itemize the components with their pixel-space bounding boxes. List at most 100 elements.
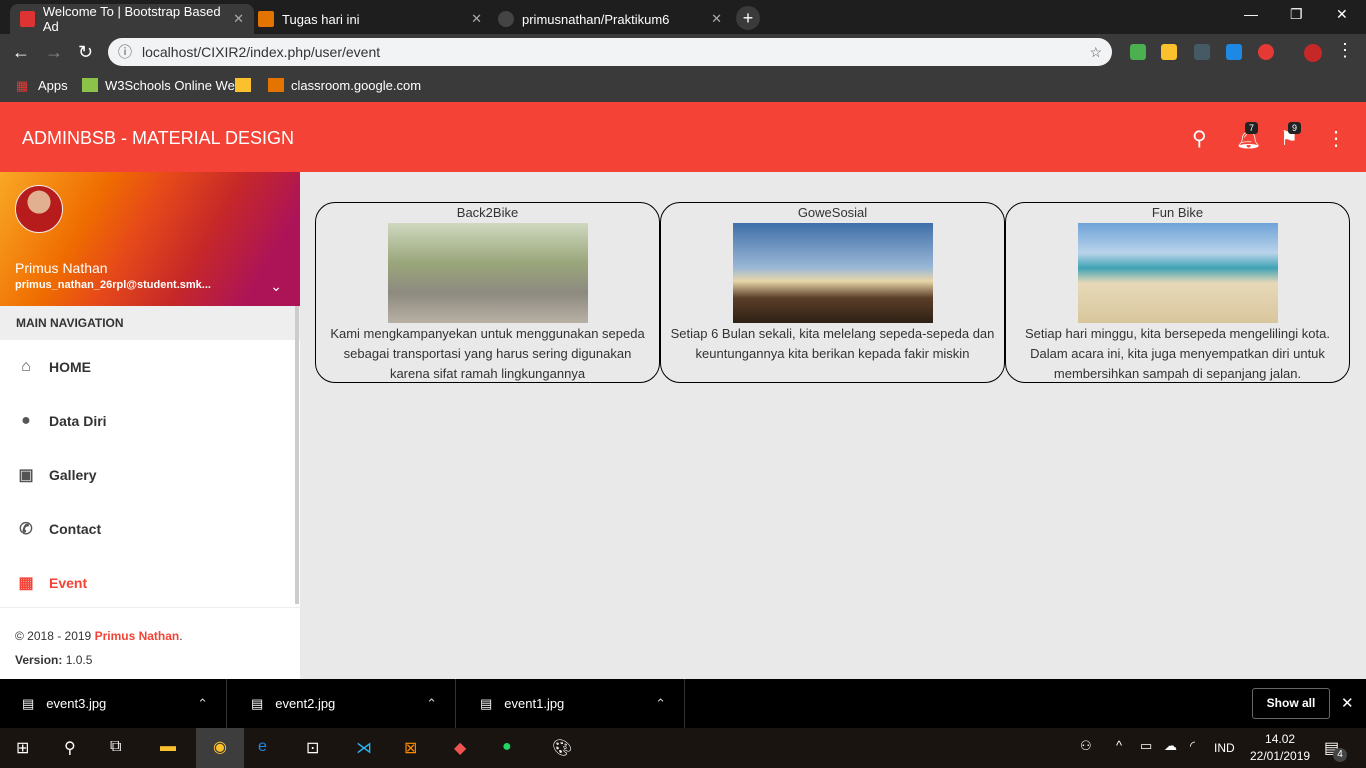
- more-vert-icon[interactable]: ⋮: [1326, 126, 1346, 151]
- vscode-icon[interactable]: ⋊: [356, 738, 372, 758]
- sidebar-item-label: Gallery: [49, 467, 97, 483]
- chrome-icon[interactable]: ◉: [196, 728, 244, 768]
- tab-label: Tugas hari ini: [282, 11, 360, 27]
- image-file-icon: ▤: [480, 695, 493, 711]
- event-image: [1077, 223, 1278, 323]
- classroom-icon[interactable]: [235, 78, 251, 92]
- event-image: [732, 223, 933, 323]
- xampp-icon[interactable]: ⊠: [404, 738, 417, 758]
- sidebar-item-label: Data Diri: [49, 413, 107, 429]
- sidebar-item-label: Event: [49, 575, 88, 591]
- event-description: Setiap 6 Bulan sekali, kita melelang sep…: [670, 326, 995, 361]
- windows-start-icon[interactable]: ⊞: [16, 738, 29, 758]
- bookmark-w3schools[interactable]: W3Schools Online We: [105, 78, 235, 93]
- date: 22/01/2019: [1250, 749, 1311, 763]
- edge-icon[interactable]: e: [258, 738, 267, 756]
- profile-avatar[interactable]: [1304, 44, 1322, 62]
- close-tab-icon[interactable]: ✕: [233, 11, 244, 27]
- close-tab-icon[interactable]: ✕: [711, 11, 722, 27]
- clock[interactable]: 14.02 22/01/2019: [1250, 731, 1310, 765]
- language-indicator[interactable]: IND: [1214, 741, 1235, 755]
- tab-label: Welcome To | Bootstrap Based Ad: [42, 4, 221, 34]
- wifi-icon[interactable]: ◜: [1190, 738, 1195, 754]
- author-link[interactable]: Primus Nathan: [95, 629, 180, 643]
- download-item[interactable]: ▤ event2.jpg ⌃: [229, 679, 456, 728]
- event-card: GoweSosial Setiap 6 Bulan sekali, kita m…: [660, 202, 1005, 383]
- minimize-icon[interactable]: —: [1244, 6, 1258, 22]
- store-icon[interactable]: ⊡: [306, 738, 319, 758]
- event-title: GoweSosial: [797, 205, 868, 220]
- download-filename: event2.jpg: [275, 696, 336, 711]
- bookmarks-bar: ▦ Apps W3Schools Online We classroom.goo…: [0, 70, 1366, 102]
- sidebar-item-event[interactable]: ▦ Event: [0, 556, 300, 610]
- person-icon: ●: [21, 412, 31, 429]
- file-explorer-icon[interactable]: ▬: [160, 738, 176, 756]
- user-email: primus_nathan_26rpl@student.smk...: [15, 279, 211, 291]
- address-bar[interactable]: ⓘ localhost/CIXIR2/index.php/user/event ☆: [108, 38, 1112, 66]
- sidebar-item-label: HOME: [49, 359, 91, 375]
- menu-icon[interactable]: ⋮: [1336, 40, 1354, 61]
- bookmark-apps[interactable]: Apps: [38, 78, 68, 93]
- copyright-dot: .: [179, 629, 183, 643]
- browser-tab-3[interactable]: primusnathan/Praktikum6 ✕: [488, 4, 732, 34]
- version-value: 1.0.5: [62, 653, 93, 667]
- cloud-icon[interactable]: ☁: [1164, 738, 1177, 754]
- forward-icon[interactable]: →: [45, 42, 63, 63]
- event-card: Back2Bike Kami mengkampanyekan untuk men…: [315, 202, 660, 383]
- flag-badge: 9: [1288, 122, 1302, 134]
- reload-icon[interactable]: ↻: [78, 42, 93, 63]
- restore-icon[interactable]: ❐: [1290, 6, 1303, 23]
- browser-toolbar: ← → ↻ ⓘ localhost/CIXIR2/index.php/user/e…: [0, 34, 1366, 70]
- paint-icon[interactable]: 🎨︎: [552, 738, 572, 758]
- back-icon[interactable]: ←: [12, 42, 30, 63]
- battery-icon[interactable]: ▭: [1140, 738, 1152, 754]
- download-bar: ▤ event3.jpg ⌃ ▤ event2.jpg ⌃ ▤ event1.jpg ⌃ S…: [0, 679, 1366, 728]
- download-item[interactable]: ▤ event3.jpg ⌃: [0, 679, 227, 728]
- sidebar-item-label: Contact: [49, 521, 102, 537]
- spotify-icon[interactable]: ●: [502, 738, 512, 756]
- browser-tab-2[interactable]: Tugas hari ini ✕: [248, 4, 492, 34]
- sidebar-item-gallery[interactable]: ▣ Gallery: [0, 448, 300, 502]
- close-window-icon[interactable]: ✕: [1336, 6, 1348, 23]
- download-item[interactable]: ▤ event1.jpg ⌃: [458, 679, 685, 728]
- sidebar-item-home[interactable]: ⌂ HOME: [0, 340, 300, 394]
- image-file-icon: ▤: [22, 695, 35, 711]
- github-icon: [498, 11, 514, 27]
- new-tab-button[interactable]: +: [736, 6, 760, 30]
- home-icon: ⌂: [21, 358, 31, 375]
- chevron-down-icon[interactable]: ⌄: [270, 278, 282, 295]
- people-icon[interactable]: ⚇: [1080, 738, 1092, 754]
- gallery-icon: ▣: [18, 467, 34, 484]
- search-icon[interactable]: ⚲: [1192, 126, 1207, 151]
- url-text: localhost/CIXIR2/index.php/user/event: [142, 44, 381, 60]
- bookmark-classroom[interactable]: classroom.google.com: [291, 78, 421, 93]
- event-image: [387, 223, 588, 323]
- w3schools-icon: [82, 78, 98, 92]
- browser-tab-1[interactable]: Welcome To | Bootstrap Based Ad ✕: [10, 4, 254, 34]
- close-tab-icon[interactable]: ✕: [471, 11, 482, 27]
- chevron-up-icon[interactable]: ^: [1116, 738, 1122, 753]
- search-icon[interactable]: ⚲: [64, 738, 76, 758]
- extension-icon[interactable]: [1258, 44, 1274, 60]
- taskbar: ⊞ ⚲ ⧉ ▬ ◉ e ⊡ ⋊ ⊠ ◆ ● 🎨︎ ⚇ ^ ▭ ☁ ◜ IND 1…: [0, 728, 1366, 768]
- extension-icon[interactable]: [1161, 44, 1177, 60]
- app-title[interactable]: ADMINBSB - MATERIAL DESIGN: [22, 128, 294, 149]
- git-icon[interactable]: ◆: [454, 738, 466, 758]
- show-all-button[interactable]: Show all: [1252, 688, 1330, 719]
- user-info: Primus Nathan primus_nathan_26rpl@studen…: [0, 172, 300, 306]
- sidebar-item-data-diri[interactable]: ● Data Diri: [0, 394, 300, 448]
- event-list: Back2Bike Kami mengkampanyekan untuk men…: [315, 202, 1350, 383]
- user-name: Primus Nathan: [15, 260, 108, 276]
- sidebar-item-contact[interactable]: ✆ Contact: [0, 502, 300, 556]
- extension-icon[interactable]: [1226, 44, 1242, 60]
- sidebar-scrollbar[interactable]: [295, 306, 299, 604]
- chevron-up-icon[interactable]: ⌃: [197, 696, 208, 712]
- close-download-bar-icon[interactable]: ✕: [1341, 694, 1354, 712]
- task-view-icon[interactable]: ⧉: [110, 738, 121, 756]
- extension-icon[interactable]: [1194, 44, 1210, 60]
- chevron-up-icon[interactable]: ⌃: [655, 696, 666, 712]
- chevron-up-icon[interactable]: ⌃: [426, 696, 437, 712]
- extension-icon[interactable]: [1130, 44, 1146, 60]
- tab-label: primusnathan/Praktikum6: [522, 11, 670, 27]
- bookmark-star-icon[interactable]: ☆: [1089, 44, 1102, 61]
